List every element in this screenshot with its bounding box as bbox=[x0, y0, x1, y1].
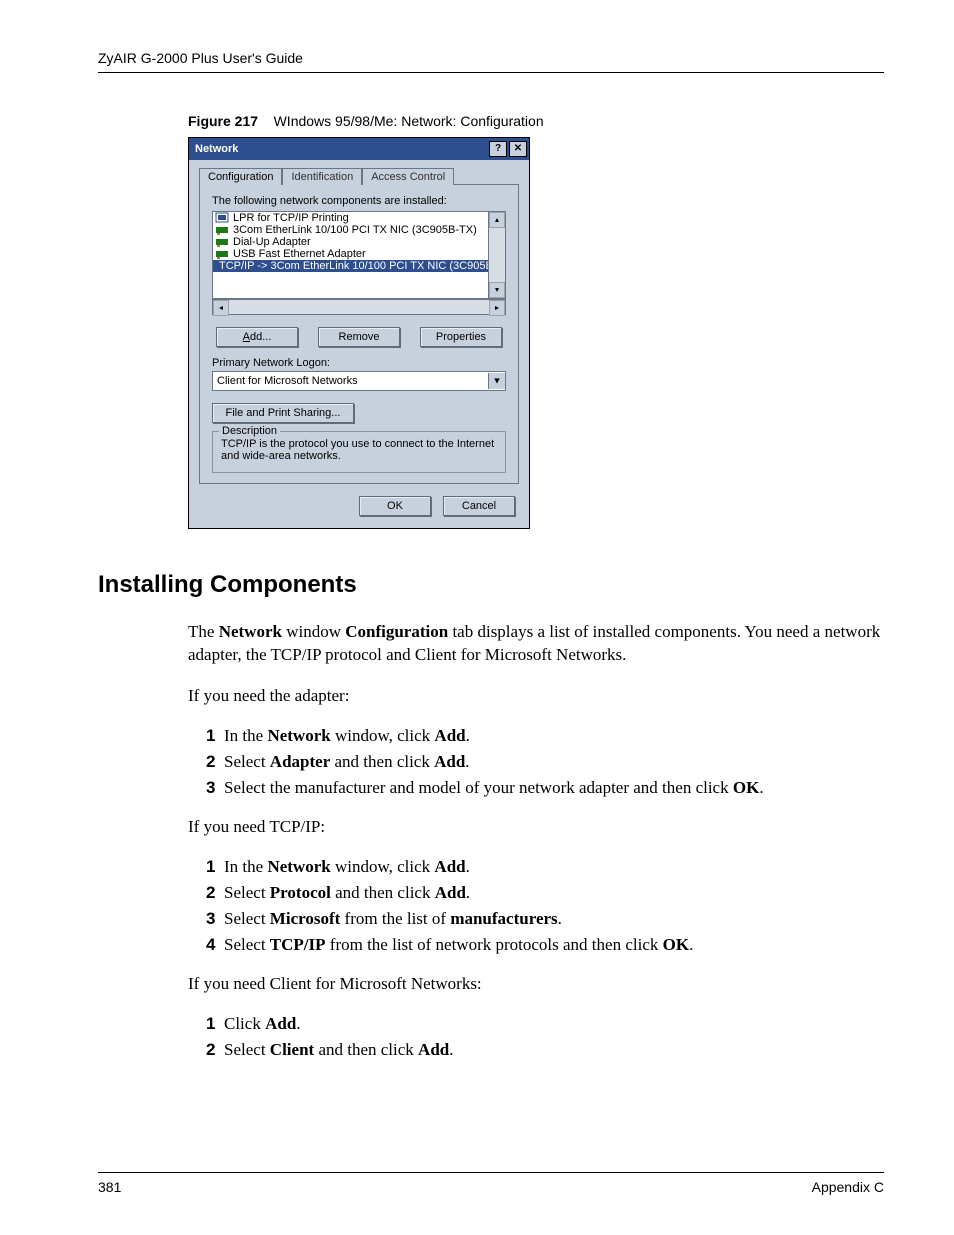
scroll-right-icon[interactable] bbox=[489, 300, 505, 316]
list-item[interactable]: 3Com EtherLink 10/100 PCI TX NIC (3C905B… bbox=[213, 224, 488, 236]
section-heading: Installing Components bbox=[98, 571, 884, 599]
tab-identification[interactable]: Identification bbox=[282, 168, 362, 185]
step: 3Select Microsoft from the list of manuf… bbox=[206, 909, 884, 929]
step: 3Select the manufacturer and model of yo… bbox=[206, 778, 884, 798]
scroll-left-icon[interactable] bbox=[213, 300, 229, 316]
step: 1In the Network window, click Add. bbox=[206, 857, 884, 877]
adapter-icon bbox=[215, 248, 229, 260]
list-item[interactable]: Dial-Up Adapter bbox=[213, 236, 488, 248]
list-item[interactable]: USB Fast Ethernet Adapter bbox=[213, 248, 488, 260]
step: 1In the Network window, click Add. bbox=[206, 726, 884, 746]
adapter-lead: If you need the adapter: bbox=[188, 685, 884, 708]
figure-label: Figure 217 bbox=[188, 113, 258, 129]
step: 2Select Adapter and then click Add. bbox=[206, 752, 884, 772]
primary-logon-combo[interactable]: Client for Microsoft Networks bbox=[212, 371, 506, 391]
list-item[interactable]: LPR for TCP/IP Printing bbox=[213, 212, 488, 224]
titlebar: Network ? ✕ bbox=[189, 138, 529, 160]
adapter-icon bbox=[215, 224, 229, 236]
components-listbox[interactable]: LPR for TCP/IP Printing 3Com EtherLink 1… bbox=[212, 211, 506, 299]
file-print-sharing-button[interactable]: File and Print Sharing... bbox=[212, 403, 354, 423]
scroll-track[interactable] bbox=[229, 300, 489, 314]
tab-panel-configuration: The following network components are ins… bbox=[199, 184, 519, 484]
step: 2Select Client and then click Add. bbox=[206, 1040, 884, 1060]
description-title: Description bbox=[219, 425, 280, 437]
list-item-label: 3Com EtherLink 10/100 PCI TX NIC (3C905B… bbox=[233, 224, 477, 236]
tcp-lead: If you need TCP/IP: bbox=[188, 816, 884, 839]
list-item-label: LPR for TCP/IP Printing bbox=[233, 212, 349, 224]
intro-paragraph: The Network window Configuration tab dis… bbox=[188, 621, 884, 667]
cancel-button[interactable]: Cancel bbox=[443, 496, 515, 516]
client-lead: If you need Client for Microsoft Network… bbox=[188, 973, 884, 996]
description-group: Description TCP/IP is the protocol you u… bbox=[212, 431, 506, 473]
adapter-icon bbox=[215, 236, 229, 248]
horizontal-scrollbar[interactable] bbox=[212, 299, 506, 315]
tab-access-control[interactable]: Access Control bbox=[362, 168, 454, 185]
step: 2Select Protocol and then click Add. bbox=[206, 883, 884, 903]
properties-button[interactable]: Properties bbox=[420, 327, 502, 347]
close-button[interactable]: ✕ bbox=[509, 141, 527, 157]
figure-caption: Figure 217 WIndows 95/98/Me: Network: Co… bbox=[188, 113, 884, 129]
scroll-track[interactable] bbox=[489, 228, 505, 282]
add-button[interactable]: Add... bbox=[216, 327, 298, 347]
vertical-scrollbar[interactable] bbox=[488, 212, 505, 298]
figure-caption-text: WIndows 95/98/Me: Network: Configuration bbox=[274, 113, 544, 129]
list-item-label: Dial-Up Adapter bbox=[233, 236, 311, 248]
help-button[interactable]: ? bbox=[489, 141, 507, 157]
scroll-up-icon[interactable] bbox=[489, 212, 505, 228]
components-label: The following network components are ins… bbox=[212, 195, 506, 207]
chevron-down-icon[interactable] bbox=[488, 373, 505, 389]
page-header: ZyAIR G-2000 Plus User's Guide bbox=[98, 50, 884, 73]
tab-configuration[interactable]: Configuration bbox=[199, 168, 282, 185]
step: 4Select TCP/IP from the list of network … bbox=[206, 935, 884, 955]
primary-logon-label: Primary Network Logon: bbox=[212, 357, 506, 369]
dialog-title: Network bbox=[195, 143, 238, 155]
remove-button[interactable]: Remove bbox=[318, 327, 400, 347]
appendix-label: Appendix C bbox=[812, 1179, 884, 1195]
scroll-down-icon[interactable] bbox=[489, 282, 505, 298]
list-item-label: USB Fast Ethernet Adapter bbox=[233, 248, 366, 260]
list-item-label: TCP/IP -> 3Com EtherLink 10/100 PCI TX N… bbox=[219, 260, 488, 272]
client-icon bbox=[215, 212, 229, 224]
page-number: 381 bbox=[98, 1179, 121, 1195]
ok-button[interactable]: OK bbox=[359, 496, 431, 516]
combo-value: Client for Microsoft Networks bbox=[217, 375, 358, 387]
description-text: TCP/IP is the protocol you use to connec… bbox=[221, 438, 497, 462]
list-item-selected[interactable]: TCP/IP -> 3Com EtherLink 10/100 PCI TX N… bbox=[213, 260, 488, 272]
network-dialog: Network ? ✕ Configuration Identification… bbox=[188, 137, 530, 529]
step: 1Click Add. bbox=[206, 1014, 884, 1034]
